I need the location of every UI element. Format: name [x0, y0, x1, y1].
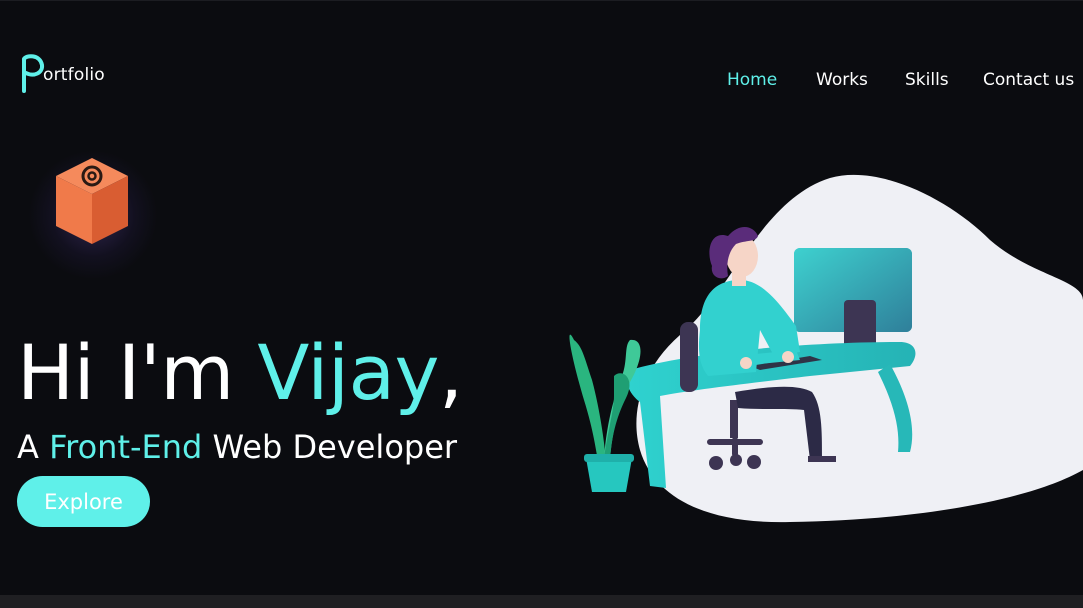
subtitle-suffix: Web Developer	[202, 428, 458, 466]
subtitle-prefix: A	[17, 428, 50, 466]
hero-subtitle: A Front-End Web Developer	[17, 427, 457, 467]
explore-button[interactable]: Explore	[17, 476, 150, 527]
chair-back	[680, 322, 698, 392]
plant-pot	[586, 458, 632, 492]
bottom-strip	[0, 595, 1083, 608]
nav-skills[interactable]: Skills	[905, 70, 949, 90]
plant-leaves	[569, 334, 606, 460]
top-border	[0, 0, 1083, 1]
nav-home[interactable]: Home	[727, 70, 777, 90]
logo-text: ortfolio	[43, 65, 105, 85]
developer-at-desk-illustration	[569, 174, 1083, 523]
nav-works[interactable]: Works	[816, 70, 868, 90]
logo-p-icon	[22, 54, 45, 93]
logo[interactable]: ortfolio	[16, 53, 105, 93]
portfolio-page: ortfolio Home Works Skills Contact us Hi…	[0, 0, 1083, 608]
subtitle-accent: Front-End	[49, 428, 203, 466]
hero-title: Hi I'm Vijay,	[17, 328, 463, 418]
hero-name: Vijay	[257, 328, 440, 417]
greeting-prefix: Hi I'm	[17, 328, 258, 417]
nav-contact-us[interactable]: Contact us	[983, 70, 1074, 90]
greeting-suffix: ,	[439, 328, 463, 417]
at-sign-cube-icon	[56, 158, 128, 244]
